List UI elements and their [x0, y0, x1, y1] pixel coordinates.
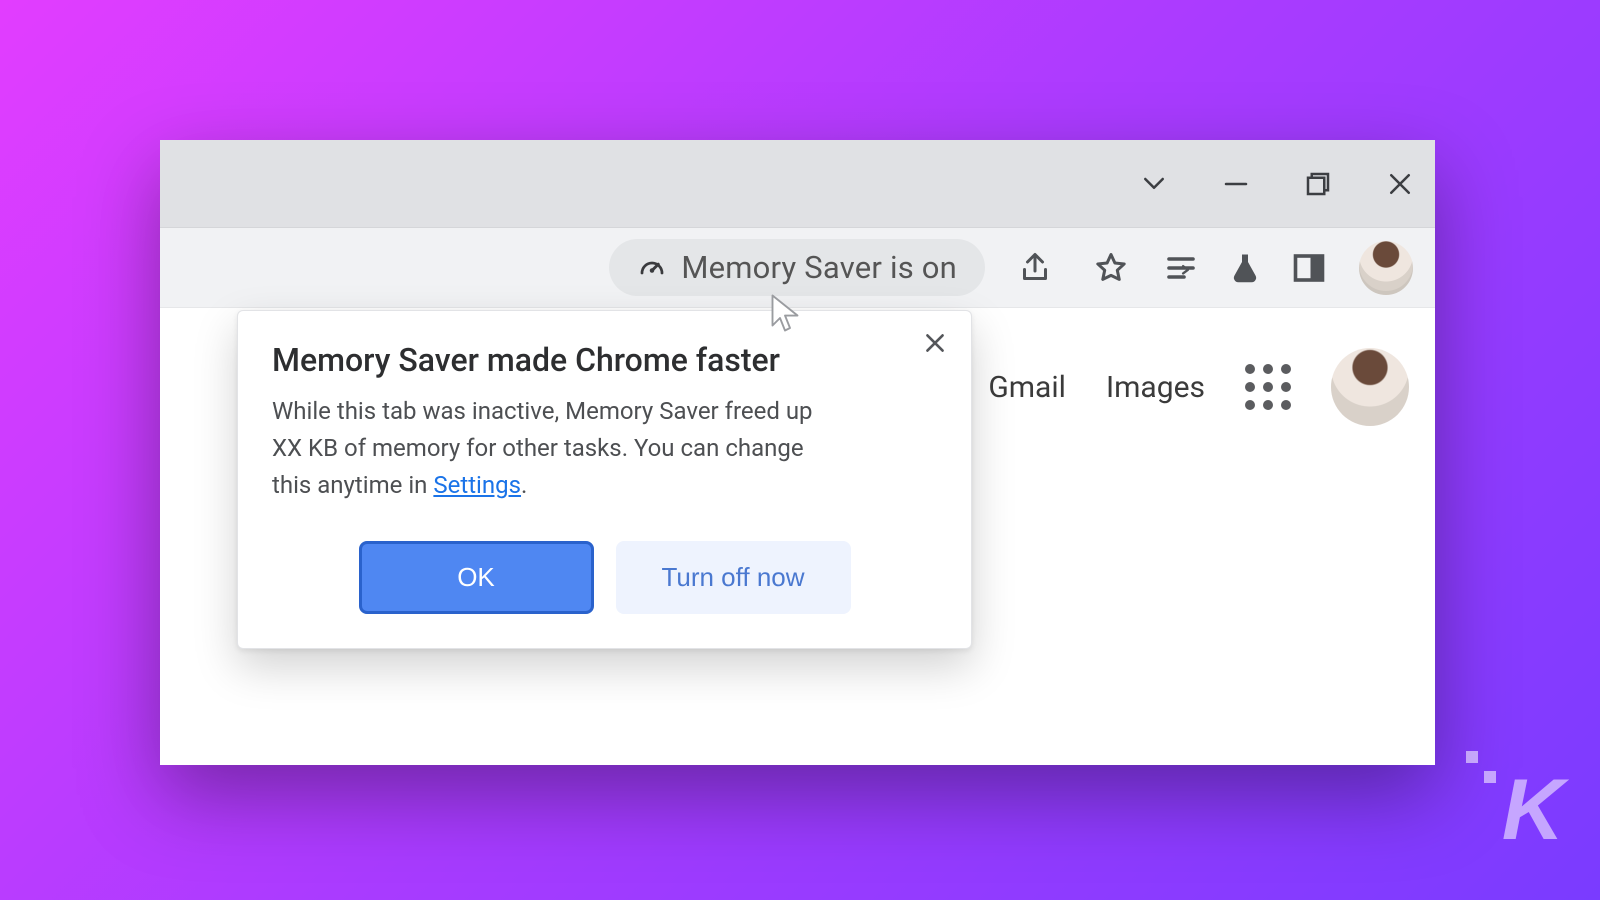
- apps-launcher-button[interactable]: [1245, 364, 1291, 410]
- dialog-body: While this tab was inactive, Memory Save…: [272, 393, 832, 505]
- dialog-body-post: .: [521, 471, 527, 499]
- account-avatar[interactable]: [1331, 348, 1409, 426]
- settings-link[interactable]: Settings: [433, 471, 521, 499]
- share-icon: [1017, 250, 1053, 286]
- close-icon: [922, 330, 948, 356]
- tab-search-button[interactable]: [1137, 167, 1171, 201]
- maximize-icon: [1303, 169, 1333, 199]
- reading-list-button[interactable]: [1155, 242, 1207, 294]
- close-icon: [1385, 169, 1415, 199]
- dialog-body-pre: While this tab was inactive, Memory Save…: [272, 397, 813, 499]
- close-window-button[interactable]: [1383, 167, 1417, 201]
- minimize-button[interactable]: [1219, 167, 1253, 201]
- reading-list-icon: [1163, 250, 1199, 286]
- side-panel-icon: [1291, 250, 1327, 286]
- flask-icon: [1227, 250, 1263, 286]
- ok-button[interactable]: OK: [359, 541, 594, 614]
- browser-toolbar: Memory Saver is on: [160, 228, 1435, 308]
- turn-off-button[interactable]: Turn off now: [616, 541, 851, 614]
- side-panel-button[interactable]: [1283, 242, 1335, 294]
- watermark: K: [1502, 761, 1560, 860]
- star-icon: [1093, 250, 1129, 286]
- profile-avatar[interactable]: [1359, 241, 1413, 295]
- window-titlebar: [160, 140, 1435, 228]
- speedometer-icon: [637, 253, 667, 283]
- memory-saver-chip-label: Memory Saver is on: [681, 249, 957, 286]
- dialog-title: Memory Saver made Chrome faster: [272, 341, 937, 379]
- share-button[interactable]: [1009, 242, 1061, 294]
- chevron-down-icon: [1139, 169, 1169, 199]
- page-top-nav: Gmail Images: [988, 348, 1409, 426]
- gmail-link[interactable]: Gmail: [988, 370, 1066, 405]
- dialog-close-button[interactable]: [917, 325, 953, 361]
- minimize-icon: [1221, 169, 1251, 199]
- bookmark-button[interactable]: [1085, 242, 1137, 294]
- memory-saver-chip[interactable]: Memory Saver is on: [609, 239, 985, 296]
- maximize-button[interactable]: [1301, 167, 1335, 201]
- images-link[interactable]: Images: [1106, 370, 1205, 405]
- dialog-actions: OK Turn off now: [272, 541, 937, 614]
- labs-button[interactable]: [1219, 242, 1271, 294]
- memory-saver-dialog: Memory Saver made Chrome faster While th…: [237, 310, 972, 649]
